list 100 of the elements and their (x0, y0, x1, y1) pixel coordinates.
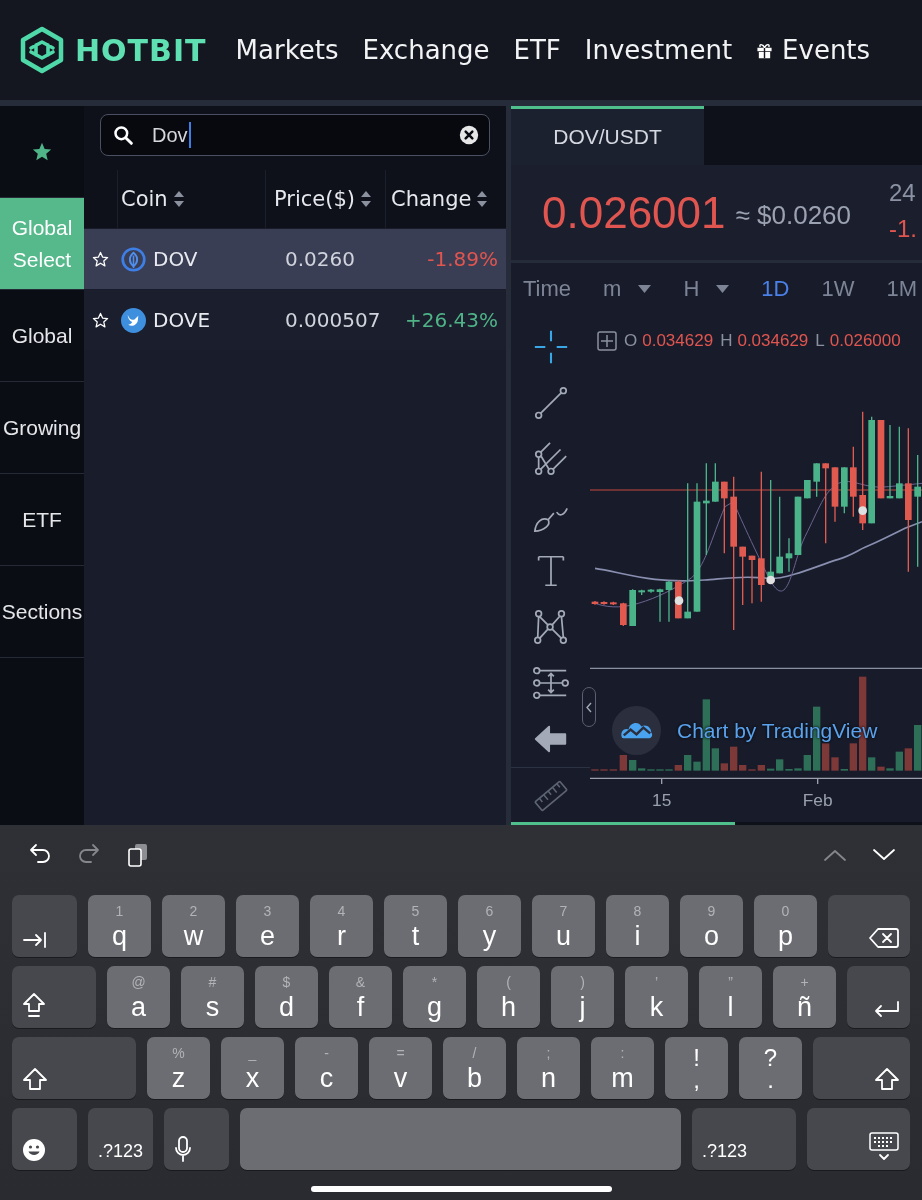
last-price: 0.026001 (542, 187, 726, 238)
nav-link[interactable]: Investment (584, 35, 733, 65)
letter-key[interactable]: % z (147, 1037, 210, 1099)
table-row[interactable]: DOV 0.0260 -1.89% (84, 229, 506, 289)
collapse-handle[interactable] (582, 687, 596, 727)
candlestick (638, 589, 645, 596)
letter-key[interactable]: ” l (699, 966, 762, 1028)
star-icon[interactable] (92, 311, 109, 329)
usd-price: ≈ $0.0260 (735, 200, 851, 231)
letter-key[interactable]: 4 r (310, 895, 373, 957)
letter-key[interactable]: 0 p (754, 895, 817, 957)
chart-marker-icon (766, 575, 775, 585)
delete-key[interactable] (828, 895, 910, 957)
timeframe-tab[interactable]: 1D (761, 275, 790, 302)
letter-key[interactable]: 5 t (384, 895, 447, 957)
clipboard-icon[interactable] (126, 843, 150, 867)
letter-key[interactable]: 2 w (162, 895, 225, 957)
letter-key[interactable]: # s (181, 966, 244, 1028)
timeframe-tab[interactable]: m (603, 275, 652, 302)
dictation-key[interactable] (164, 1108, 229, 1170)
letter-key[interactable]: * g (403, 966, 466, 1028)
caps-lock-key[interactable] (12, 966, 96, 1028)
candlestick (748, 555, 756, 604)
candlestick (813, 462, 820, 498)
letter-key[interactable]: : m (591, 1037, 654, 1099)
logo-icon (18, 26, 66, 74)
pattern-tool-icon[interactable] (531, 608, 570, 646)
sort-icon (361, 191, 371, 207)
time-label: Time (523, 275, 572, 302)
keyboard-hide-icon (868, 1132, 900, 1162)
hide-keyboard-key[interactable] (807, 1108, 910, 1170)
timeframe-tab[interactable]: 1W (821, 275, 855, 302)
letter-key[interactable]: @ a (107, 966, 170, 1028)
legend-value: 0.026000 (829, 331, 901, 351)
stat-value: -1. (889, 214, 918, 243)
chart-marker-icon (858, 506, 867, 515)
letter-key[interactable]: 6 y (458, 895, 521, 957)
bird-coin-icon (121, 307, 146, 333)
letter-key[interactable]: & f (329, 966, 392, 1028)
volume-bar (619, 755, 627, 771)
axis-label: Feb (802, 790, 833, 810)
letter-key[interactable]: 8 i (606, 895, 669, 957)
legend-label: L (815, 331, 825, 351)
punctuation-key[interactable]: ? . (739, 1037, 802, 1099)
letter-key[interactable]: + ñ (773, 966, 836, 1028)
letter-key[interactable]: / b (443, 1037, 506, 1099)
caret-icon (638, 284, 652, 293)
shift-icon (22, 1067, 48, 1091)
letter-key[interactable]: 9 o (680, 895, 743, 957)
measure-tool-icon[interactable] (531, 664, 570, 702)
change-cell-text: -1.89% (426, 247, 499, 271)
search-field[interactable]: Dov (100, 114, 490, 156)
nav-link[interactable]: Exchange (362, 35, 490, 65)
candlestick (804, 479, 811, 499)
emoji-key[interactable] (12, 1108, 77, 1170)
sort-icon (173, 191, 184, 207)
letter-key[interactable]: 7 u (532, 895, 595, 957)
column-header[interactable]: Coin (117, 170, 265, 228)
letter-key[interactable]: ’ k (625, 966, 688, 1028)
return-key[interactable] (847, 966, 910, 1028)
gift-icon (756, 41, 774, 59)
scrollbar-thumb[interactable] (511, 822, 735, 825)
change-cell-text: +26.43% (403, 308, 499, 332)
timeframe-tab[interactable]: H (683, 275, 730, 302)
column-header[interactable]: Price($) (265, 170, 385, 228)
timeframe-tab[interactable]: 1M (886, 275, 917, 302)
leaf-coin-icon (121, 246, 146, 272)
star-icon[interactable] (92, 250, 109, 268)
letter-key[interactable]: _ x (221, 1037, 284, 1099)
letter-key[interactable]: ( h (477, 966, 540, 1028)
legend-value: 0.034629 (737, 331, 809, 351)
nav-link[interactable]: Events (756, 35, 871, 65)
punctuation-key[interactable]: ! , (665, 1037, 728, 1099)
letter-key[interactable]: 3 e (236, 895, 299, 957)
pair-tab[interactable]: DOV/USDT (511, 106, 704, 165)
coin-name: DOV (153, 247, 198, 271)
shift-key[interactable] (813, 1037, 910, 1099)
nav-link[interactable]: ETF (513, 35, 561, 65)
letter-key[interactable]: = v (369, 1037, 432, 1099)
legend-label: O (624, 331, 638, 351)
clear-icon[interactable] (459, 125, 479, 145)
stat-label: 24 (889, 178, 917, 207)
letter-key[interactable]: 1 q (88, 895, 151, 957)
numbers-key[interactable]: .?123 (88, 1108, 153, 1170)
candlestick (610, 601, 617, 606)
letter-key[interactable]: ) j (551, 966, 614, 1028)
letter-key[interactable]: ; n (517, 1037, 580, 1099)
shift-icon (874, 1067, 900, 1091)
attribution-text[interactable]: Chart by TradingView (677, 718, 878, 743)
return-icon (872, 1000, 900, 1020)
candlestick (739, 546, 746, 606)
letter-key[interactable]: $ d (255, 966, 318, 1028)
tab-key[interactable] (12, 895, 77, 957)
candlestick (629, 588, 636, 627)
chevron-left-icon (586, 701, 592, 713)
plus-square-icon[interactable] (597, 331, 617, 351)
numbers-key[interactable]: .?123 (692, 1108, 796, 1170)
tab-icon (22, 931, 48, 949)
letter-key[interactable]: - c (295, 1037, 358, 1099)
nav-link[interactable]: Markets (235, 35, 339, 65)
